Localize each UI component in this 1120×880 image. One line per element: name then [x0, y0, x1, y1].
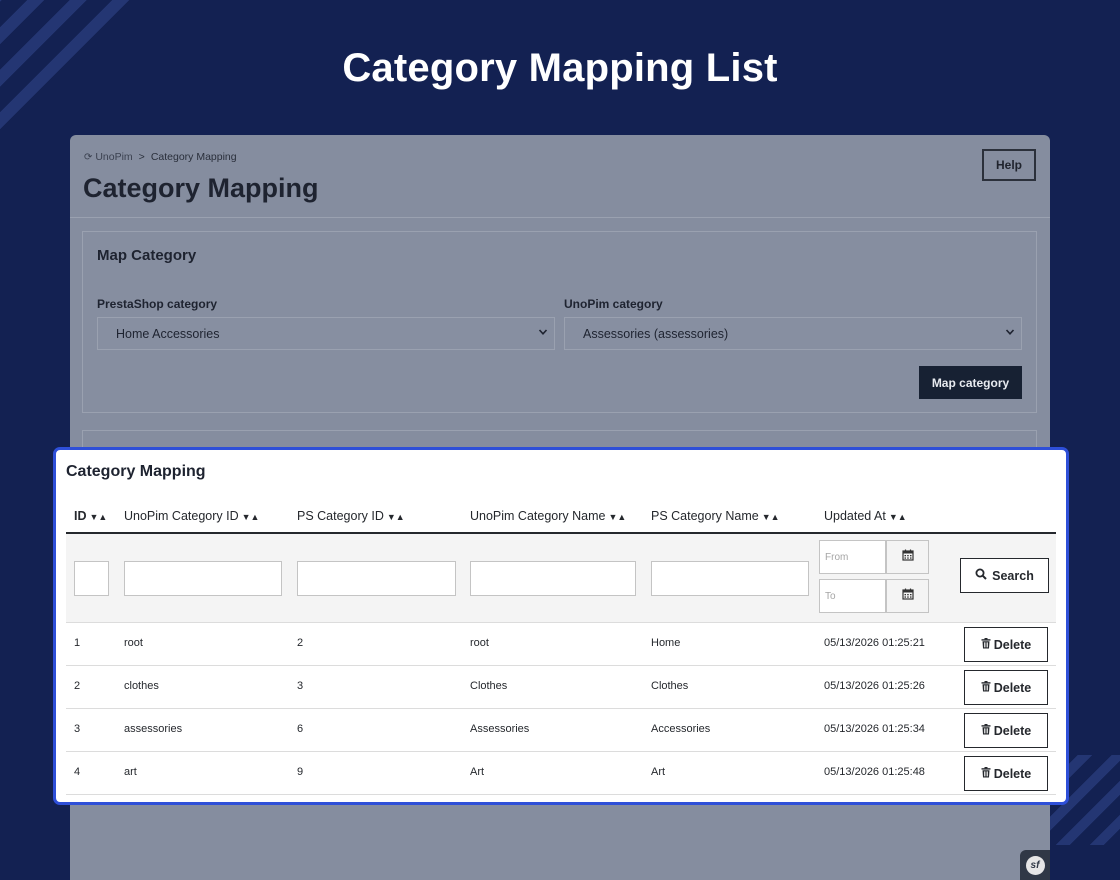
trash-icon: [981, 680, 991, 695]
filter-unopim-category-name-input[interactable]: [470, 561, 636, 596]
page-headline: Category Mapping List: [342, 46, 778, 90]
breadcrumb-separator: >: [138, 151, 145, 163]
table-row: 1 root 2 root Home 05/13/2026 01:25:21 D…: [66, 623, 1056, 666]
cell-unopim-category-id: assessories: [124, 723, 183, 735]
cell-updated-at: 05/13/2026 01:25:21: [824, 637, 925, 649]
help-button[interactable]: Help: [982, 149, 1036, 181]
cell-ps-category-id: 6: [297, 723, 304, 735]
cell-unopim-category-id: art: [124, 766, 137, 778]
breadcrumb-current: Category Mapping: [150, 151, 237, 163]
delete-button[interactable]: Delete: [964, 756, 1048, 791]
delete-button[interactable]: Delete: [964, 627, 1048, 662]
cell-unopim-category-name: root: [470, 637, 489, 649]
trash-icon: [981, 637, 991, 652]
table-header: ID ▼▲ UnoPim Category ID ▼▲ PS Category ID…: [66, 505, 1056, 534]
cell-id: 1: [74, 637, 81, 649]
cell-ps-category-name: Clothes: [651, 680, 689, 692]
cell-unopim-category-id: clothes: [124, 680, 159, 692]
refresh-icon: ⟳: [84, 152, 93, 163]
filter-date-from-input[interactable]: From: [819, 540, 886, 574]
sort-icon[interactable]: ▼▲: [762, 512, 780, 522]
filter-row: From To Search: [66, 534, 1056, 623]
column-header-unopim-category-id[interactable]: UnoPim Category ID ▼▲: [124, 509, 259, 523]
filter-id-input[interactable]: [74, 561, 109, 596]
breadcrumb: ⟳ UnoPim > Category Mapping: [84, 151, 237, 163]
cell-id: 4: [74, 766, 81, 778]
unopim-category-select[interactable]: Assessories (assessories): [564, 317, 1022, 350]
symfony-toolbar-toggle[interactable]: sf: [1020, 850, 1050, 880]
column-header-id[interactable]: ID ▼▲: [74, 509, 107, 523]
table-row: 3 assessories 6 Assessories Accessories …: [66, 709, 1056, 752]
column-header-updated-at[interactable]: Updated At ▼▲: [824, 509, 907, 523]
cell-id: 3: [74, 723, 81, 735]
column-header-ps-category-name[interactable]: PS Category Name ▼▲: [651, 509, 780, 523]
search-button[interactable]: Search: [960, 558, 1049, 593]
breadcrumb-home[interactable]: ⟳ UnoPim: [84, 151, 133, 163]
search-icon: [975, 568, 987, 583]
cell-unopim-category-name: Art: [470, 766, 485, 778]
unopim-category-value: Assessories (assessories): [583, 326, 729, 341]
cell-unopim-category-id: root: [124, 637, 143, 649]
cell-updated-at: 05/13/2026 01:25:26: [824, 680, 925, 692]
cell-ps-category-name: Home: [651, 637, 681, 649]
sort-icon[interactable]: ▼▲: [387, 512, 405, 522]
sort-icon[interactable]: ▼▲: [242, 512, 260, 522]
sort-icon[interactable]: ▼▲: [90, 512, 108, 522]
sort-icon[interactable]: ▼▲: [889, 512, 907, 522]
column-header-ps-category-id[interactable]: PS Category ID ▼▲: [297, 509, 405, 523]
filter-unopim-category-id-input[interactable]: [124, 561, 282, 596]
trash-icon: [981, 766, 991, 781]
presta-category-label: PrestaShop category: [97, 297, 218, 311]
table-row: 4 art 9 Art Art 05/13/2026 01:25:48 Dele…: [66, 752, 1056, 795]
cell-unopim-category-name: Clothes: [470, 680, 508, 692]
map-category-panel: Map Category PrestaShop category Home Ac…: [82, 231, 1037, 413]
calendar-to-button[interactable]: [886, 579, 929, 613]
cell-ps-category-name: Accessories: [651, 723, 711, 735]
page-title: Category Mapping: [83, 173, 319, 203]
calendar-from-button[interactable]: [886, 540, 929, 574]
unopim-category-label: UnoPim category: [564, 297, 663, 311]
column-header-unopim-category-name[interactable]: UnoPim Category Name ▼▲: [470, 509, 626, 523]
filter-ps-category-id-input[interactable]: [297, 561, 456, 596]
presta-category-select[interactable]: Home Accessories: [97, 317, 555, 350]
presta-category-value: Home Accessories: [116, 326, 220, 341]
delete-button[interactable]: Delete: [964, 713, 1048, 748]
app-header: ⟳ UnoPim > Category Mapping Category Map…: [70, 135, 1050, 218]
cell-unopim-category-name: Assessories: [470, 723, 530, 735]
chevron-down-icon: [538, 327, 548, 340]
map-category-button[interactable]: Map category: [919, 366, 1022, 399]
cell-updated-at: 05/13/2026 01:25:48: [824, 766, 925, 778]
chevron-down-icon: [1005, 327, 1015, 340]
cell-ps-category-name: Art: [651, 766, 666, 778]
cell-ps-category-id: 9: [297, 766, 304, 778]
cell-ps-category-id: 2: [297, 637, 304, 649]
symfony-icon: sf: [1025, 855, 1045, 875]
table-title: Category Mapping: [66, 463, 206, 480]
cell-updated-at: 05/13/2026 01:25:34: [824, 723, 925, 735]
calendar-icon: [901, 548, 914, 566]
cell-ps-category-id: 3: [297, 680, 304, 692]
filter-ps-category-name-input[interactable]: [651, 561, 809, 596]
cell-id: 2: [74, 680, 81, 692]
sort-icon[interactable]: ▼▲: [608, 512, 626, 522]
category-mapping-card: Category Mapping ID ▼▲ UnoPim Category ID…: [53, 447, 1069, 805]
trash-icon: [981, 723, 991, 738]
filter-date-to-input[interactable]: To: [819, 579, 886, 613]
map-panel-title: Map Category: [97, 247, 197, 264]
table-row: 2 clothes 3 Clothes Clothes 05/13/2026 0…: [66, 666, 1056, 709]
calendar-icon: [901, 587, 914, 605]
delete-button[interactable]: Delete: [964, 670, 1048, 705]
